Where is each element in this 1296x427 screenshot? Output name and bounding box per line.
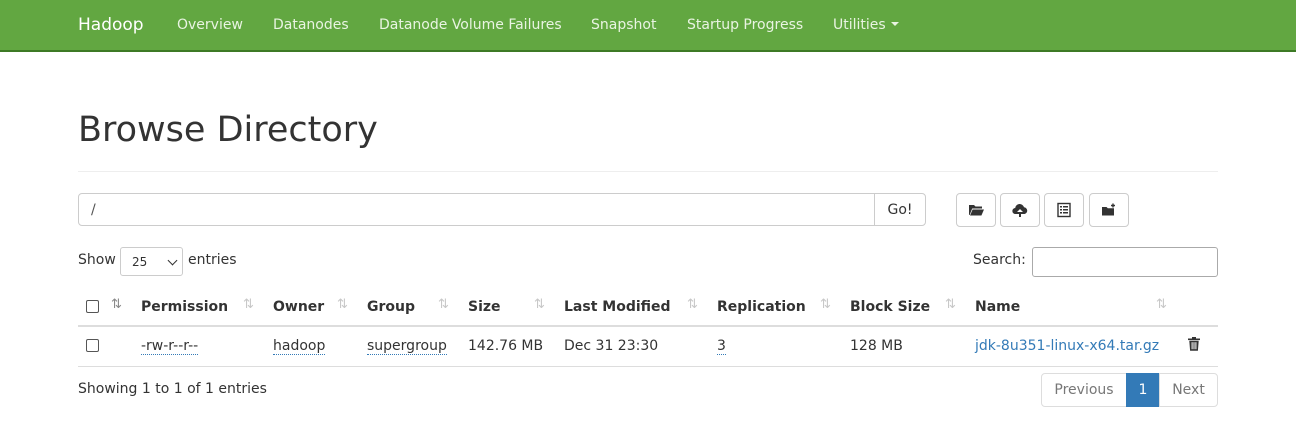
nav-startup-progress[interactable]: Startup Progress xyxy=(687,17,803,33)
column-header-group[interactable]: Group xyxy=(367,299,415,315)
column-header-replication[interactable]: Replication xyxy=(717,299,806,315)
search-label: Search: xyxy=(973,252,1026,268)
column-header-permission[interactable]: Permission xyxy=(141,299,228,315)
sort-icon[interactable]: ⇅ xyxy=(438,297,449,312)
upload-files-button[interactable] xyxy=(1000,193,1040,227)
cell-size: 142.76 MB xyxy=(468,338,544,354)
entries-label: entries xyxy=(188,252,237,268)
entries-per-page-select[interactable]: 25 xyxy=(120,247,183,276)
table-info: Showing 1 to 1 of 1 entries xyxy=(78,381,267,397)
sort-icon[interactable]: ⇅ xyxy=(337,297,348,312)
sort-icon[interactable]: ⇅ xyxy=(687,297,698,312)
cell-owner[interactable]: hadoop xyxy=(273,338,326,355)
caret-down-icon xyxy=(890,22,899,26)
sort-asc-icon[interactable]: ⇅ xyxy=(111,297,122,312)
trash-icon[interactable] xyxy=(1186,336,1202,352)
pagination-previous-button[interactable]: Previous xyxy=(1041,373,1127,407)
select-all-checkbox[interactable] xyxy=(86,300,99,313)
folder-add-icon xyxy=(1102,203,1115,216)
sort-icon[interactable]: ⇅ xyxy=(945,297,956,312)
brand-link[interactable]: Hadoop xyxy=(78,15,144,35)
cell-permission[interactable]: -rw-r--r-- xyxy=(141,338,199,355)
go-button[interactable]: Go! xyxy=(874,193,926,226)
divider xyxy=(78,171,1218,172)
nav-utilities-label: Utilities xyxy=(833,17,886,33)
column-header-owner[interactable]: Owner xyxy=(273,299,324,315)
nav-snapshot[interactable]: Snapshot xyxy=(591,17,656,33)
create-directory-button[interactable] xyxy=(956,193,996,227)
nav-utilities-dropdown[interactable]: Utilities xyxy=(833,17,899,33)
file-name-link[interactable]: jdk-8u351-linux-x64.tar.gz xyxy=(975,338,1159,354)
column-header-block-size[interactable]: Block Size xyxy=(850,299,930,315)
nav-datanodes[interactable]: Datanodes xyxy=(273,17,349,33)
paste-files-button[interactable] xyxy=(1089,193,1129,227)
cell-block-size: 128 MB xyxy=(850,338,903,354)
search-input[interactable] xyxy=(1032,247,1218,277)
pagination-page-1[interactable]: 1 xyxy=(1126,373,1160,407)
cell-group[interactable]: supergroup xyxy=(367,338,447,355)
folder-open-icon xyxy=(969,205,984,216)
column-header-size[interactable]: Size xyxy=(468,299,501,315)
cell-last-modified: Dec 31 23:30 xyxy=(564,338,659,354)
sort-icon[interactable]: ⇅ xyxy=(534,297,545,312)
pagination-next-button[interactable]: Next xyxy=(1159,373,1218,407)
page-title: Browse Directory xyxy=(78,110,378,150)
show-label: Show xyxy=(78,252,116,268)
sort-icon[interactable]: ⇅ xyxy=(243,297,254,312)
cell-replication[interactable]: 3 xyxy=(717,338,726,355)
sort-icon[interactable]: ⇅ xyxy=(1156,297,1167,312)
sort-icon[interactable]: ⇅ xyxy=(820,297,831,312)
column-header-name[interactable]: Name xyxy=(975,299,1020,315)
nav-overview[interactable]: Overview xyxy=(177,17,243,33)
cut-paste-button[interactable] xyxy=(1044,193,1084,227)
list-alt-icon xyxy=(1057,202,1071,218)
table-row-divider xyxy=(78,366,1218,367)
navbar: Hadoop Overview Datanodes Datanode Volum… xyxy=(0,0,1296,52)
chevron-down-icon xyxy=(167,255,178,266)
row-checkbox[interactable] xyxy=(86,339,99,352)
column-header-last-modified[interactable]: Last Modified xyxy=(564,299,671,315)
cloud-upload-icon xyxy=(1012,204,1028,217)
entries-per-page-value: 25 xyxy=(132,255,148,269)
table-header-divider xyxy=(78,325,1218,327)
nav-datanode-volume-failures[interactable]: Datanode Volume Failures xyxy=(379,17,562,33)
directory-path-input[interactable] xyxy=(78,193,875,226)
